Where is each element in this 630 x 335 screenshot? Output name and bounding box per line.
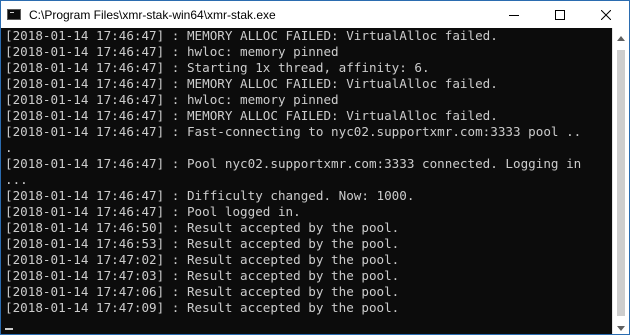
chevron-down-icon	[617, 318, 625, 335]
console-line: [2018-01-14 17:46:47] : MEMORY ALLOC FAI…	[5, 28, 498, 43]
console-line: [2018-01-14 17:46:47] : hwloc: memory pi…	[5, 44, 339, 59]
console-line: [2018-01-14 17:46:47] : MEMORY ALLOC FAI…	[5, 76, 498, 91]
scroll-up-button[interactable]	[613, 28, 629, 45]
maximize-icon	[555, 9, 565, 20]
scroll-thumb[interactable]	[617, 50, 625, 316]
console-line: [2018-01-14 17:47:06] : Result accepted …	[5, 284, 400, 299]
console-line: ...	[5, 172, 28, 187]
minimize-button[interactable]	[491, 1, 537, 28]
chevron-up-icon	[617, 28, 625, 46]
console-line: [2018-01-14 17:47:02] : Result accepted …	[5, 252, 400, 267]
close-icon	[601, 9, 611, 20]
minimize-icon	[509, 10, 519, 20]
console-window: C:\Program Files\xmr-stak-win64\xmr-stak…	[0, 0, 630, 335]
console-line: [2018-01-14 17:46:47] : Pool nyc02.suppo…	[5, 156, 582, 171]
console-line: .	[5, 140, 13, 155]
window-title: C:\Program Files\xmr-stak-win64\xmr-stak…	[29, 7, 276, 22]
console-line: [2018-01-14 17:47:09] : Result accepted …	[5, 300, 400, 315]
vertical-scrollbar[interactable]	[612, 28, 629, 335]
cursor-line	[5, 316, 613, 332]
scroll-down-button[interactable]	[613, 318, 629, 335]
title-bar[interactable]: C:\Program Files\xmr-stak-win64\xmr-stak…	[1, 1, 629, 28]
console-line: [2018-01-14 17:46:50] : Result accepted …	[5, 220, 400, 235]
close-button[interactable]	[583, 1, 629, 28]
console-line: [2018-01-14 17:47:03] : Result accepted …	[5, 268, 400, 283]
console-line: [2018-01-14 17:46:47] : Pool logged in.	[5, 204, 301, 219]
console-line: [2018-01-14 17:46:47] : hwloc: memory pi…	[5, 92, 339, 107]
console-line: [2018-01-14 17:46:47] : MEMORY ALLOC FAI…	[5, 108, 498, 123]
maximize-button[interactable]	[537, 1, 583, 28]
text-cursor	[5, 328, 13, 330]
console-line: [2018-01-14 17:46:47] : Starting 1x thre…	[5, 60, 430, 75]
console-output[interactable]: [2018-01-14 17:46:47] : MEMORY ALLOC FAI…	[1, 28, 613, 334]
console-line: [2018-01-14 17:46:53] : Result accepted …	[5, 236, 400, 251]
console-app-icon[interactable]	[7, 9, 21, 20]
console-line: [2018-01-14 17:46:47] : Difficulty chang…	[5, 188, 415, 203]
console-line: [2018-01-14 17:46:47] : Fast-connecting …	[5, 124, 582, 139]
